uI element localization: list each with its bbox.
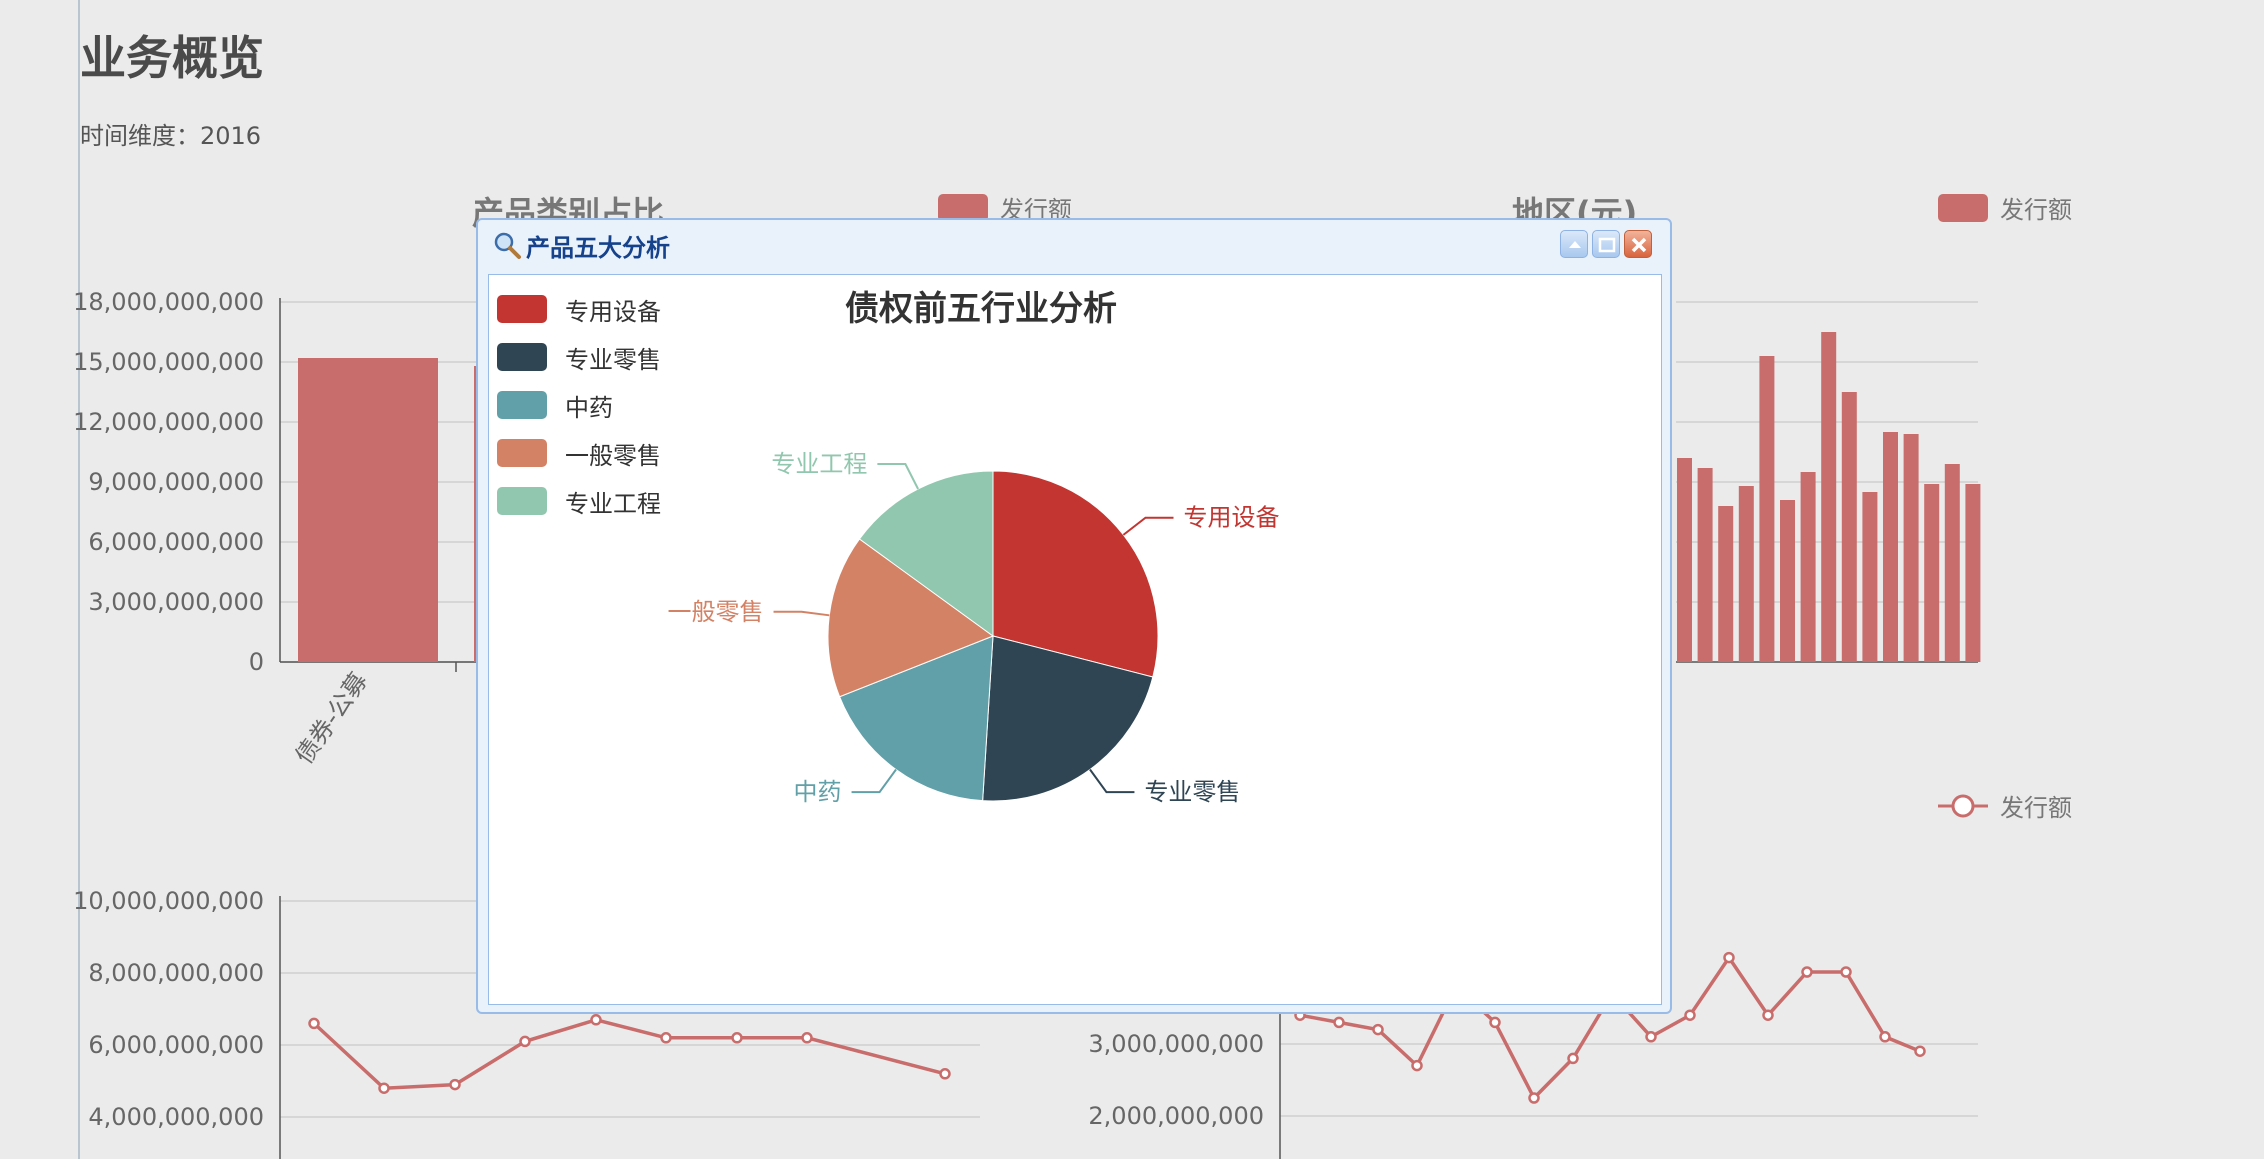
product-analysis-dialog[interactable]: 产品五大分析 专用设备 专业零售 中药 一般零售 专业工程 债权前五行业分析 专用设备专… xyxy=(476,218,1672,1014)
bar xyxy=(1862,492,1878,662)
pie-slice-label: 中药 xyxy=(794,778,842,806)
pie-slice-label: 专用设备 xyxy=(1184,504,1280,532)
pie-slice-label: 一般零售 xyxy=(668,598,764,626)
data-point xyxy=(1567,1052,1579,1065)
y-tick-label: 9,000,000,000 xyxy=(88,468,264,496)
pie-label-line xyxy=(1122,516,1174,536)
y-tick-label: 6,000,000,000 xyxy=(88,528,264,556)
data-point xyxy=(308,1017,320,1030)
pie-label-line xyxy=(851,768,897,794)
bar xyxy=(1718,506,1734,662)
data-point xyxy=(1879,1031,1891,1043)
data-point xyxy=(519,1035,531,1048)
x-tick-label: 债券-公募 xyxy=(290,667,373,769)
bar xyxy=(1883,432,1898,662)
pie-slice-label: 专业工程 xyxy=(771,450,867,478)
data-point xyxy=(1801,966,1813,978)
pie-label-line xyxy=(773,610,830,617)
data-point xyxy=(1914,1045,1926,1057)
y-tick-label: 3,000,000,000 xyxy=(1088,1030,1264,1058)
data-point xyxy=(1411,1059,1423,1072)
bar xyxy=(1821,332,1837,662)
magnifier-icon xyxy=(494,232,521,259)
data-point xyxy=(378,1082,390,1094)
bar xyxy=(1697,468,1713,662)
y-tick-label: 0 xyxy=(249,648,264,676)
y-tick-label: 15,000,000,000 xyxy=(73,348,264,376)
data-point xyxy=(660,1032,672,1044)
bar xyxy=(1965,484,1981,662)
collapse-button[interactable] xyxy=(1560,230,1588,258)
pie-label-line xyxy=(877,463,919,490)
data-point xyxy=(1645,1031,1657,1043)
dialog-body: 专用设备 专业零售 中药 一般零售 专业工程 债权前五行业分析 专用设备 专业零售 中药 一般… xyxy=(488,274,1662,1005)
y-tick-label: 6,000,000,000 xyxy=(88,1031,264,1059)
bar xyxy=(1738,486,1754,662)
maximize-icon xyxy=(1598,237,1616,253)
data-point xyxy=(1489,1016,1501,1029)
data-point xyxy=(1333,1016,1345,1029)
data-point xyxy=(1762,1009,1774,1021)
data-point xyxy=(449,1078,461,1091)
close-icon xyxy=(1631,237,1647,253)
dialog-header[interactable]: 产品五大分析 xyxy=(478,220,1670,270)
bar xyxy=(1841,392,1857,662)
y-tick-label: 10,000,000,000 xyxy=(73,887,264,915)
data-point xyxy=(801,1032,813,1044)
bar xyxy=(1677,458,1692,662)
data-point xyxy=(1723,951,1735,964)
bar xyxy=(298,358,438,662)
bar xyxy=(1944,464,1960,662)
close-button[interactable] xyxy=(1624,230,1652,258)
y-tick-label: 4,000,000,000 xyxy=(88,1103,264,1131)
bar xyxy=(1759,356,1775,662)
y-tick-label: 12,000,000,000 xyxy=(73,408,264,436)
y-tick-label: 18,000,000,000 xyxy=(73,288,264,316)
data-point xyxy=(1840,966,1852,978)
y-tick-label: 8,000,000,000 xyxy=(88,959,264,987)
bar xyxy=(1800,472,1816,662)
y-tick-label: 3,000,000,000 xyxy=(88,588,264,616)
data-point xyxy=(1684,1009,1696,1021)
data-point xyxy=(1372,1023,1384,1036)
pie-chart: 专用设备专业零售 中药 一般零售 专业工程 xyxy=(668,450,1280,806)
series-line xyxy=(312,1017,946,1090)
pie-label-line xyxy=(1089,768,1135,794)
bar xyxy=(1903,434,1919,662)
data-point xyxy=(1528,1092,1540,1104)
collapse-icon xyxy=(1569,241,1581,248)
bar xyxy=(1780,500,1795,662)
maximize-button[interactable] xyxy=(1592,230,1620,258)
dialog-title: 产品五大分析 xyxy=(526,233,670,262)
data-point xyxy=(590,1014,602,1026)
y-tick-label: 2,000,000,000 xyxy=(1088,1102,1264,1130)
bar xyxy=(1924,484,1940,662)
pie-slice-label: 专业零售 xyxy=(1144,778,1240,806)
data-point xyxy=(731,1032,743,1044)
data-point xyxy=(939,1068,951,1080)
